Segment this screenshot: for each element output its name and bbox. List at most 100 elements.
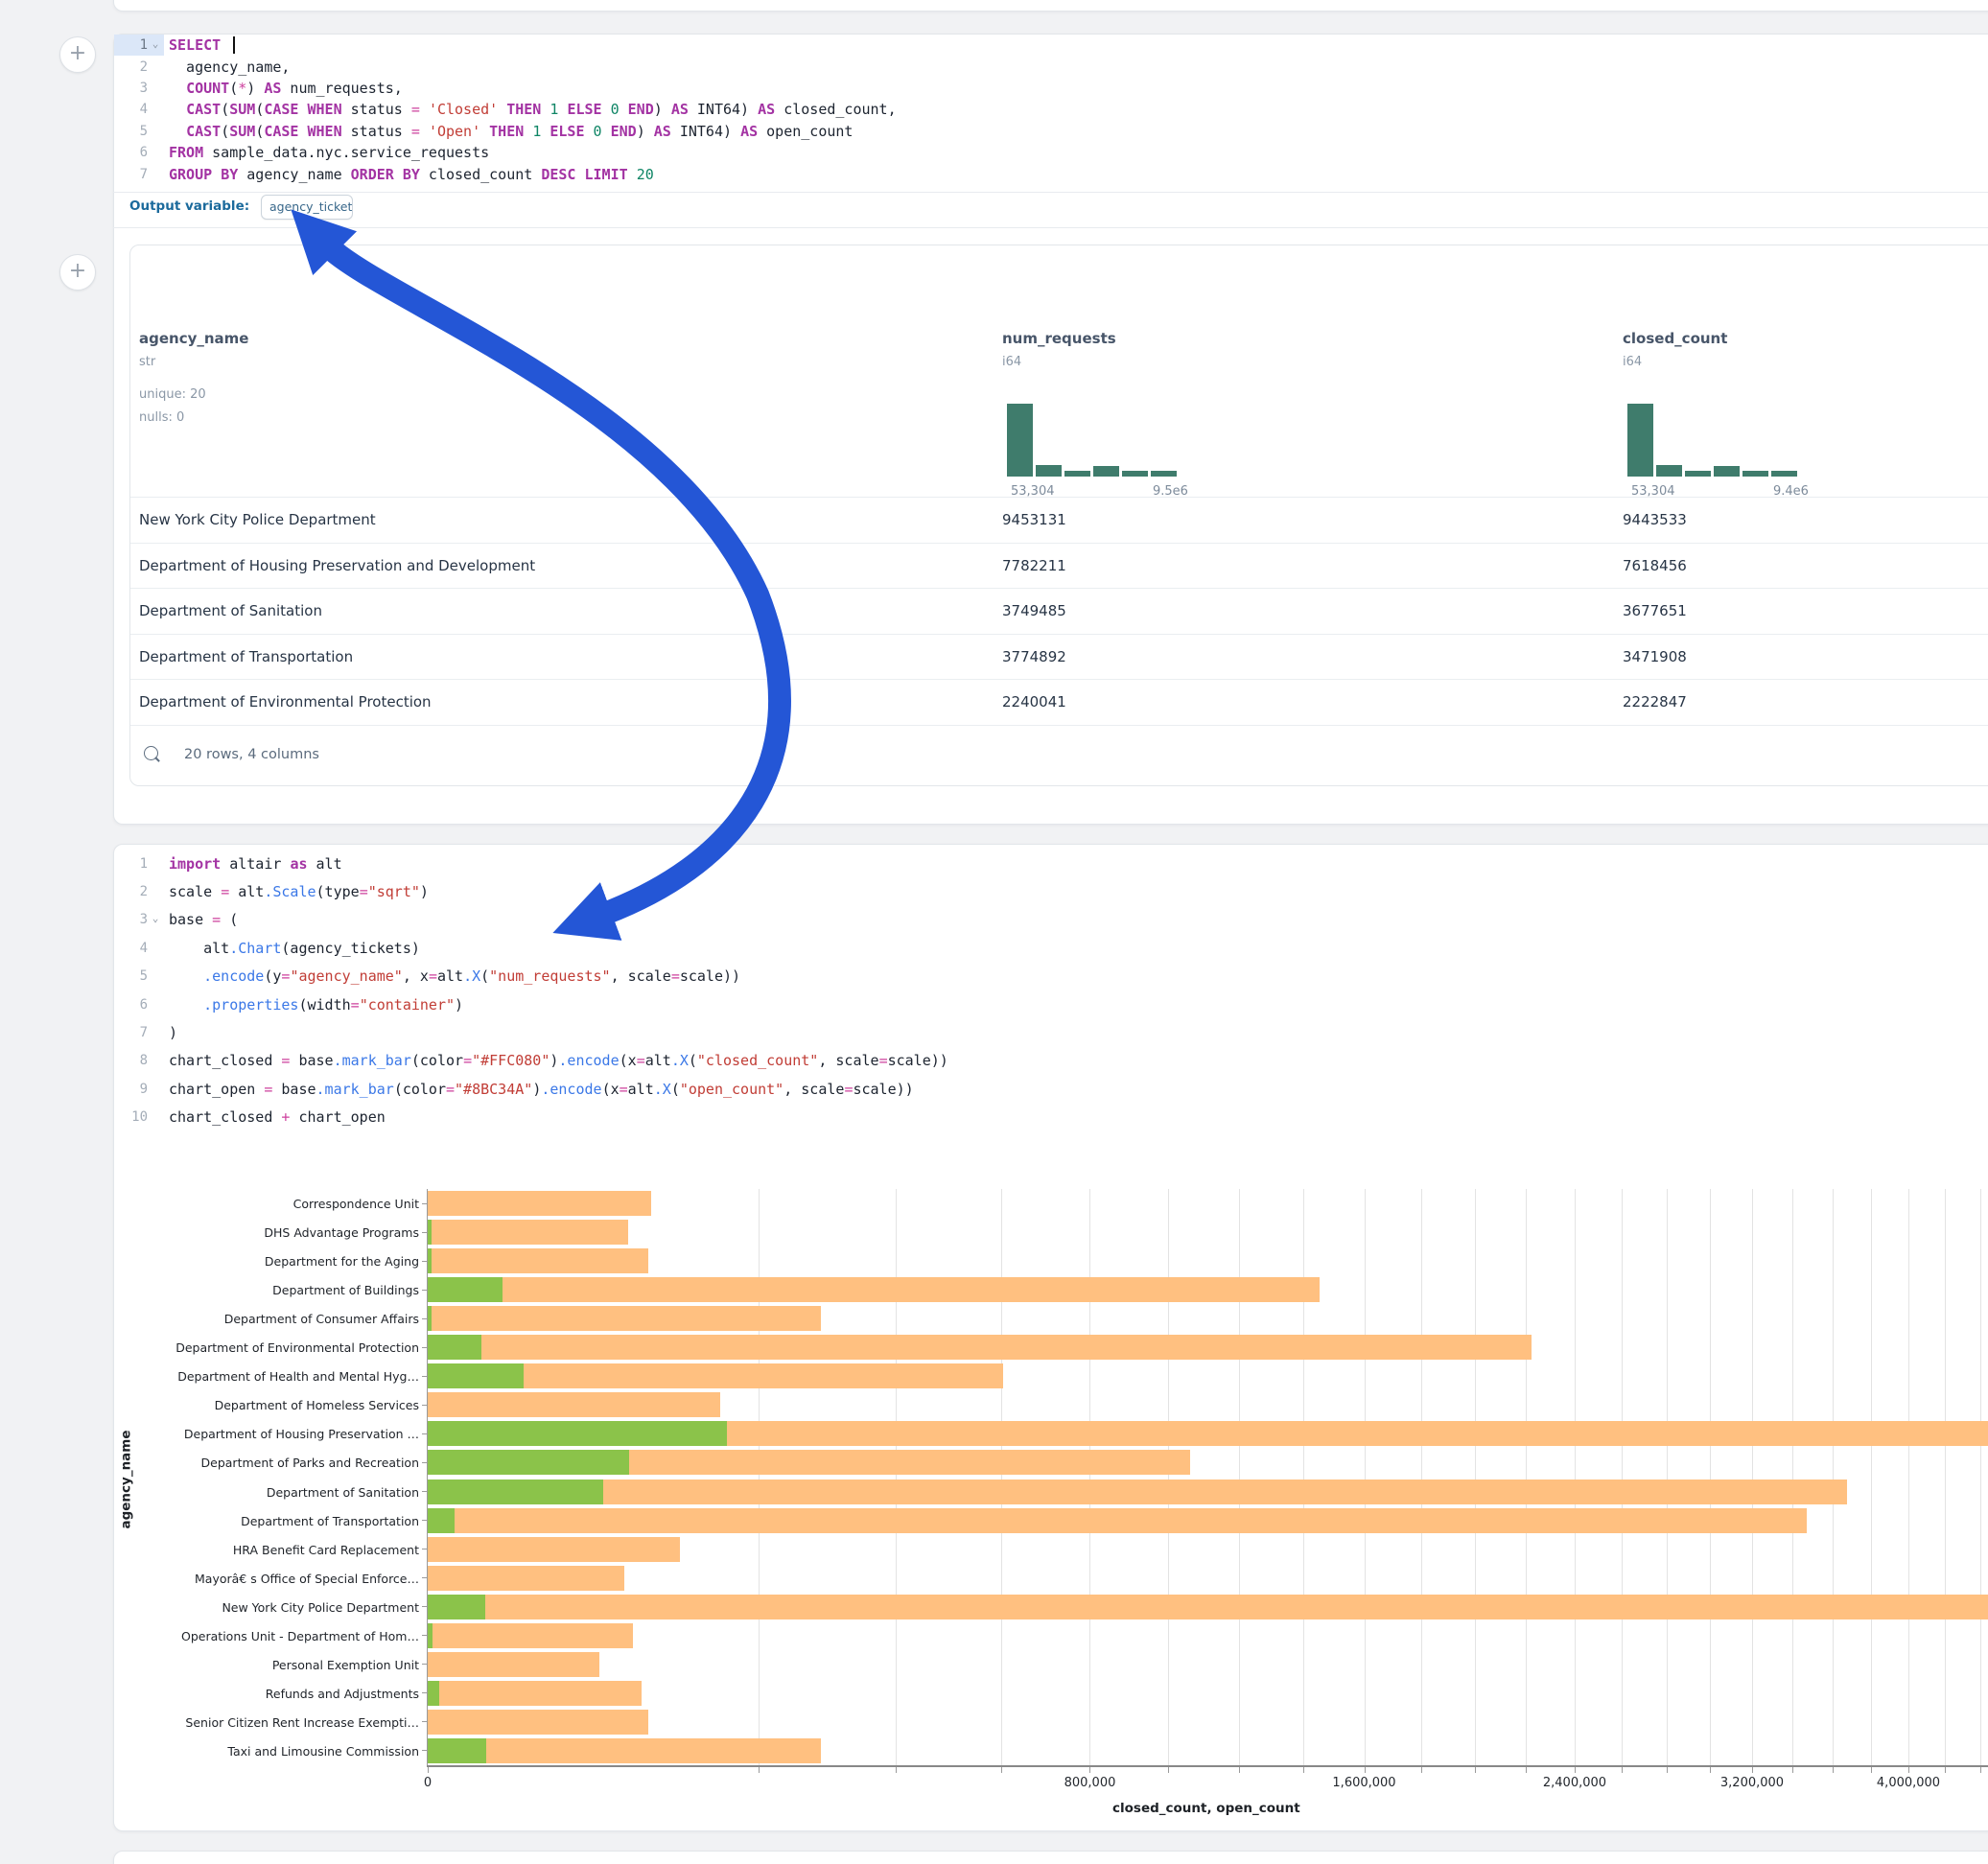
bar-closed-count[interactable] [428,1566,624,1591]
bar-open-count[interactable] [428,1306,432,1331]
bar-open-count[interactable] [428,1508,455,1533]
bar-open-count[interactable] [428,1681,439,1706]
y-axis-label: Operations Unit - Department of Hom… [96,1629,419,1643]
add-cell-button[interactable]: + [59,36,96,73]
x-axis-tick-label: 3,200,000 [1720,1776,1784,1790]
sql-editor-line[interactable]: 5 CAST(SUM(CASE WHEN status = 'Open' THE… [113,121,853,142]
line-number: 1 [113,856,148,872]
x-axis-tick [1421,1767,1422,1773]
table-row-border [130,725,1988,726]
python-editor-line[interactable]: 3⌄base = ( [113,906,238,934]
bar-closed-count[interactable] [428,1392,720,1417]
sql-editor-line[interactable]: 2 agency_name, [113,56,290,77]
bar-open-count[interactable] [428,1450,629,1475]
code-fold-chevron-icon[interactable]: ⌄ [148,37,163,50]
bar-open-count[interactable] [428,1220,432,1245]
chart-gridline [1871,1189,1872,1765]
bar-open-count[interactable] [428,1363,524,1388]
column-header[interactable]: num_requests [1002,330,1116,347]
line-number: 10 [113,1109,148,1125]
search-icon[interactable] [144,746,158,760]
x-axis-tick-label: 1,600,000 [1332,1776,1395,1790]
bar-closed-count[interactable] [428,1537,680,1562]
bar-closed-count[interactable] [428,1710,648,1735]
output-variable-pill[interactable]: agency_tickets [261,195,353,220]
bar-closed-count[interactable] [428,1480,1847,1504]
y-axis-label: Department of Sanitation [96,1485,419,1500]
code-text: chart_open = base.mark_bar(color="#8BC34… [169,1081,914,1098]
python-editor-line[interactable]: 9 chart_open = base.mark_bar(color="#8BC3… [113,1075,914,1103]
chart-gridline [1421,1189,1422,1765]
bar-open-count[interactable] [428,1335,481,1360]
chart-gridline [1475,1189,1476,1765]
y-axis-domain [427,1189,428,1765]
table-shape-label: 20 rows, 4 columns [184,747,319,762]
bar-closed-count[interactable] [428,1306,821,1331]
table-cell: New York City Police Department [139,511,376,528]
bar-open-count[interactable] [428,1277,503,1302]
sql-editor-line[interactable]: 4 CAST(SUM(CASE WHEN status = 'Closed' T… [113,99,897,120]
column-histogram[interactable] [1007,404,1177,477]
python-editor-line[interactable]: 1import altair as alt [113,850,342,877]
line-number: 5 [113,124,148,139]
bar-open-count[interactable] [428,1248,432,1273]
sql-editor-line[interactable]: 7GROUP BY agency_name ORDER BY closed_co… [113,163,654,184]
table-border [130,497,1988,498]
python-editor-line[interactable]: 5 .encode(y="agency_name", x=alt.X("num_… [113,963,740,990]
table-cell: Department of Environmental Protection [139,693,432,711]
python-editor-line[interactable]: 6 .properties(width="container") [113,990,463,1018]
text-cursor [233,36,235,54]
python-editor-line[interactable]: 4 alt.Chart(agency_tickets) [113,934,420,962]
sql-editor-line[interactable]: 3 COUNT(*) AS num_requests, [113,78,403,99]
bar-closed-count[interactable] [428,1335,1532,1360]
chart-gridline [1622,1189,1623,1765]
bar-open-count[interactable] [428,1623,433,1648]
line-number: 5 [113,968,148,984]
bar-closed-count[interactable] [428,1248,648,1273]
python-editor-line[interactable]: 10chart_closed + chart_open [113,1104,386,1131]
column-header[interactable]: agency_name [139,330,249,347]
chart-gridline [1089,1189,1090,1765]
table-cell: 2222847 [1623,693,1687,711]
y-axis-label: Department of Parks and Recreation [96,1456,419,1470]
bar-closed-count[interactable] [428,1508,1807,1533]
x-axis-tick [1871,1767,1872,1773]
line-number: 9 [113,1082,148,1097]
python-editor-line[interactable]: 8chart_closed = base.mark_bar(color="#FF… [113,1047,948,1075]
bar-open-count[interactable] [428,1595,485,1619]
table-cell: Department of Housing Preservation and D… [139,557,535,574]
python-editor-line[interactable]: 2scale = alt.Scale(type="sqrt") [113,877,429,905]
bar-closed-count[interactable] [428,1738,821,1763]
bar-closed-count[interactable] [428,1681,642,1706]
x-axis-tick [759,1767,760,1773]
bar-open-count[interactable] [428,1738,486,1763]
bar-closed-count[interactable] [428,1220,628,1245]
x-axis-tick-label: 800,000 [1064,1776,1116,1790]
table-cell: 7618456 [1623,557,1687,574]
column-header[interactable]: closed_count [1623,330,1727,347]
code-text: SELECT [169,36,235,55]
bar-closed-count[interactable] [428,1595,1988,1619]
bar-closed-count[interactable] [428,1277,1320,1302]
bar-open-count[interactable] [428,1480,603,1504]
line-number: 7 [113,1025,148,1040]
column-histogram[interactable] [1627,404,1797,477]
section-divider [113,227,1988,228]
histogram-bar [1714,466,1740,477]
code-text: agency_name, [169,58,290,76]
bar-closed-count[interactable] [428,1623,633,1648]
bar-open-count[interactable] [428,1421,727,1446]
table-cell: Department of Sanitation [139,602,322,619]
add-cell-button[interactable]: + [59,254,96,291]
column-dtype: str [139,355,155,369]
code-fold-chevron-icon[interactable]: ⌄ [148,912,163,924]
python-editor-line[interactable]: 7) [113,1018,177,1046]
sql-editor-line[interactable]: 1⌄SELECT [113,35,235,56]
bar-closed-count[interactable] [428,1191,651,1216]
line-number: 6 [113,997,148,1013]
sql-editor-line[interactable]: 6FROM sample_data.nyc.service_requests [113,142,489,163]
table-cell: 3471908 [1623,648,1687,665]
y-axis-label: Department of Homeless Services [96,1398,419,1412]
bar-closed-count[interactable] [428,1652,599,1677]
table-cell: 9453131 [1002,511,1066,528]
